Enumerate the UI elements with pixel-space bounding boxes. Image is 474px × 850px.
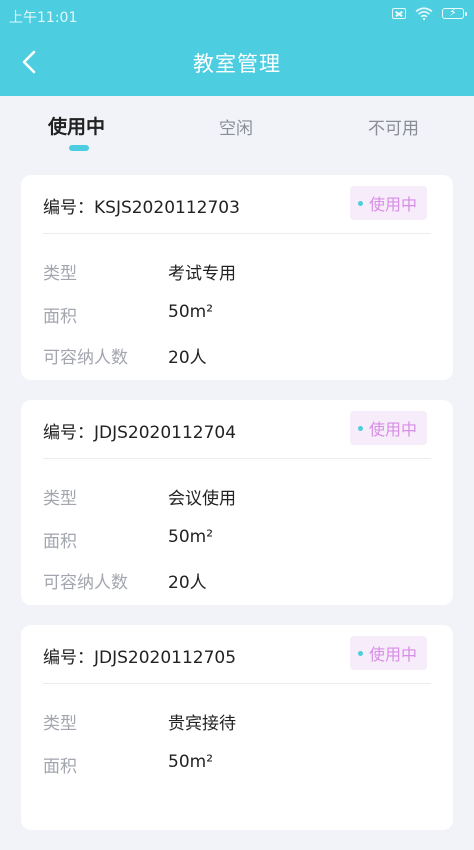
type-value: 考试专用 [168,264,236,284]
status-bar: 上午11:01 ⚡ [0,0,474,30]
page-title: 教室管理 [193,52,281,76]
type-value: 会议使用 [168,489,236,509]
status-label: 使用中 [368,645,417,664]
status-dot-icon [357,425,363,431]
status-dot-icon [357,200,363,206]
card-header: 编号：JDJS2020112705 使用中 [43,625,431,684]
card-header: 编号：JDJS2020112704 使用中 [43,400,431,459]
area-value: 50m² [168,302,214,322]
wifi-icon [415,7,433,20]
classroom-card[interactable]: 编号：JDJS2020112705 使用中 类型 贵宾接待 面积 50m² [21,625,453,830]
status-dot-icon [357,650,363,656]
tab-unavailable[interactable]: 不可用 [368,114,419,139]
status-label: 使用中 [368,420,417,439]
classroom-card[interactable]: 编号：KSJS2020112703 使用中 类型 考试专用 面积 50m² 可容… [21,175,453,380]
battery-charging-icon: ⚡ [442,6,467,19]
tab-in-use[interactable]: 使用中 [48,112,105,139]
status-badge: 使用中 [349,186,427,220]
tab-idle[interactable]: 空闲 [219,114,253,139]
tab-bar: 使用中 空闲 不可用 [0,96,474,162]
classroom-card[interactable]: 编号：JDJS2020112704 使用中 类型 会议使用 面积 50m² 可容… [21,400,453,605]
capacity-label: 可容纳人数 [43,573,128,593]
status-time: 上午11:01 [9,10,78,26]
area-value: 50m² [168,527,214,547]
status-label: 使用中 [368,195,417,214]
no-sim-icon [392,8,406,19]
area-label: 面积 [43,307,77,327]
classroom-code: 编号：JDJS2020112705 [43,648,237,668]
type-value: 贵宾接待 [168,714,236,734]
capacity-value: 20人 [168,573,207,593]
card-header: 编号：KSJS2020112703 使用中 [43,175,431,234]
classroom-code: 编号：JDJS2020112704 [43,423,237,443]
type-label: 类型 [43,714,77,734]
classroom-code: 编号：KSJS2020112703 [43,198,240,218]
type-label: 类型 [43,489,77,509]
app-header: 上午11:01 ⚡ 教室管理 [0,0,474,96]
type-label: 类型 [43,264,77,284]
classroom-list: 编号：KSJS2020112703 使用中 类型 考试专用 面积 50m² 可容… [21,175,453,850]
status-badge: 使用中 [349,636,427,670]
area-label: 面积 [43,757,77,777]
area-value: 50m² [168,752,214,772]
capacity-label: 可容纳人数 [43,348,128,368]
active-tab-indicator [69,145,89,151]
capacity-value: 20人 [168,348,207,368]
area-label: 面积 [43,532,77,552]
status-icons: ⚡ [392,6,467,20]
status-badge: 使用中 [349,411,427,445]
